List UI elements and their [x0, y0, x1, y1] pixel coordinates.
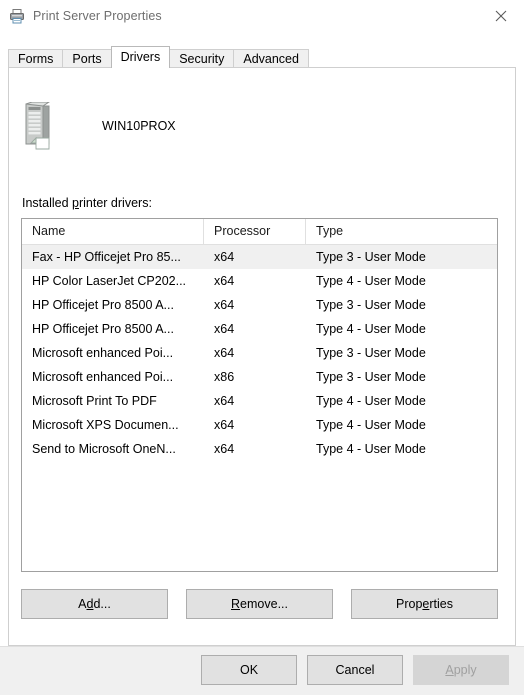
label-part-after: rinter drivers:: [78, 196, 152, 210]
table-row[interactable]: HP Officejet Pro 8500 A... x64 Type 3 - Us…: [22, 293, 497, 317]
cell-type: Type 3 - User Mode: [316, 370, 426, 384]
cell-type: Type 4 - User Mode: [316, 394, 426, 408]
table-row[interactable]: Microsoft enhanced Poi... x86 Type 3 - Use…: [22, 365, 497, 389]
remove-accelerator: R: [231, 597, 241, 611]
label-part-before: Installed: [22, 196, 73, 210]
drivers-list[interactable]: Name Processor Type Fax - HP Officejet P…: [21, 218, 498, 572]
add-button[interactable]: Add...: [21, 589, 168, 619]
drivers-tab-page: WIN10PROX Installed printer drivers: Nam…: [8, 67, 516, 646]
cell-processor: x64: [214, 250, 235, 264]
properties-label-before: Prop: [396, 597, 423, 611]
add-label-after: d...: [93, 597, 111, 611]
cell-processor: x64: [214, 394, 235, 408]
tab-advanced[interactable]: Advanced: [233, 49, 309, 68]
cell-name: Microsoft enhanced Poi...: [32, 370, 174, 384]
apply-button: Apply: [413, 655, 509, 685]
cell-processor: x64: [214, 346, 235, 360]
column-header-type[interactable]: Type: [306, 219, 497, 244]
table-row[interactable]: Fax - HP Officejet Pro 85... x64 Type 3 - …: [22, 245, 497, 269]
server-identity: WIN10PROX: [22, 101, 176, 150]
table-row[interactable]: Microsoft XPS Documen... x64 Type 4 - User…: [22, 413, 497, 437]
installed-drivers-label: Installed printer drivers:: [22, 196, 152, 210]
cell-name: Microsoft enhanced Poi...: [32, 346, 174, 360]
properties-label-after: rties: [429, 597, 453, 611]
window-title: Print Server Properties: [33, 9, 162, 23]
apply-label-after: pply: [453, 663, 477, 677]
tab-forms[interactable]: Forms: [8, 49, 64, 68]
table-row[interactable]: Microsoft Print To PDF x64 Type 4 - User M…: [22, 389, 497, 413]
tab-security[interactable]: Security: [169, 49, 235, 68]
apply-accelerator: A: [445, 663, 454, 677]
cell-name: Fax - HP Officejet Pro 85...: [32, 250, 181, 264]
cell-processor: x64: [214, 442, 235, 456]
dialog-content: Forms Ports Drivers Security Advanced WI…: [8, 46, 516, 646]
properties-button[interactable]: Properties: [351, 589, 498, 619]
remove-label-after: emove...: [240, 597, 288, 611]
dialog-footer: OK Cancel Apply: [0, 646, 524, 695]
server-tower-icon: [22, 101, 56, 150]
title-bar: Print Server Properties: [0, 0, 524, 32]
cell-name: HP Officejet Pro 8500 A...: [32, 322, 174, 336]
close-icon[interactable]: [478, 0, 524, 31]
label-accelerator: p: [72, 196, 79, 210]
cell-name: HP Color LaserJet CP202...: [32, 274, 187, 288]
tab-drivers[interactable]: Drivers: [110, 46, 171, 68]
table-row[interactable]: HP Officejet Pro 8500 A... x64 Type 4 - Us…: [22, 317, 497, 341]
list-body: Fax - HP Officejet Pro 85... x64 Type 3 - …: [22, 245, 497, 461]
add-label-before: A: [78, 597, 87, 611]
cancel-button[interactable]: Cancel: [307, 655, 403, 685]
cell-type: Type 3 - User Mode: [316, 250, 426, 264]
cell-type: Type 3 - User Mode: [316, 346, 426, 360]
cell-processor: x64: [214, 322, 235, 336]
table-row[interactable]: HP Color LaserJet CP202... x64 Type 4 - Us…: [22, 269, 497, 293]
cell-name: Send to Microsoft OneN...: [32, 442, 176, 456]
tab-strip: Forms Ports Drivers Security Advanced: [8, 46, 516, 68]
list-header: Name Processor Type: [22, 219, 497, 245]
cell-type: Type 4 - User Mode: [316, 442, 426, 456]
cell-processor: x64: [214, 418, 235, 432]
column-header-processor[interactable]: Processor: [204, 219, 306, 244]
cell-processor: x64: [214, 298, 235, 312]
remove-button[interactable]: Remove...: [186, 589, 333, 619]
cell-name: HP Officejet Pro 8500 A...: [32, 298, 174, 312]
cell-processor: x86: [214, 370, 235, 384]
cell-type: Type 3 - User Mode: [316, 298, 426, 312]
cell-type: Type 4 - User Mode: [316, 274, 426, 288]
cell-name: Microsoft Print To PDF: [32, 394, 157, 408]
table-row[interactable]: Microsoft enhanced Poi... x64 Type 3 - Use…: [22, 341, 497, 365]
cell-processor: x64: [214, 274, 235, 288]
footer-buttons: OK Cancel Apply: [201, 655, 509, 685]
table-row[interactable]: Send to Microsoft OneN... x64 Type 4 - Use…: [22, 437, 497, 461]
cell-type: Type 4 - User Mode: [316, 418, 426, 432]
server-name: WIN10PROX: [102, 119, 176, 133]
column-header-name[interactable]: Name: [22, 219, 204, 244]
driver-action-buttons: Add... Remove... Properties: [21, 589, 498, 619]
cell-name: Microsoft XPS Documen...: [32, 418, 179, 432]
cell-type: Type 4 - User Mode: [316, 322, 426, 336]
printer-icon: [9, 8, 25, 24]
ok-button[interactable]: OK: [201, 655, 297, 685]
tab-ports[interactable]: Ports: [62, 49, 112, 68]
